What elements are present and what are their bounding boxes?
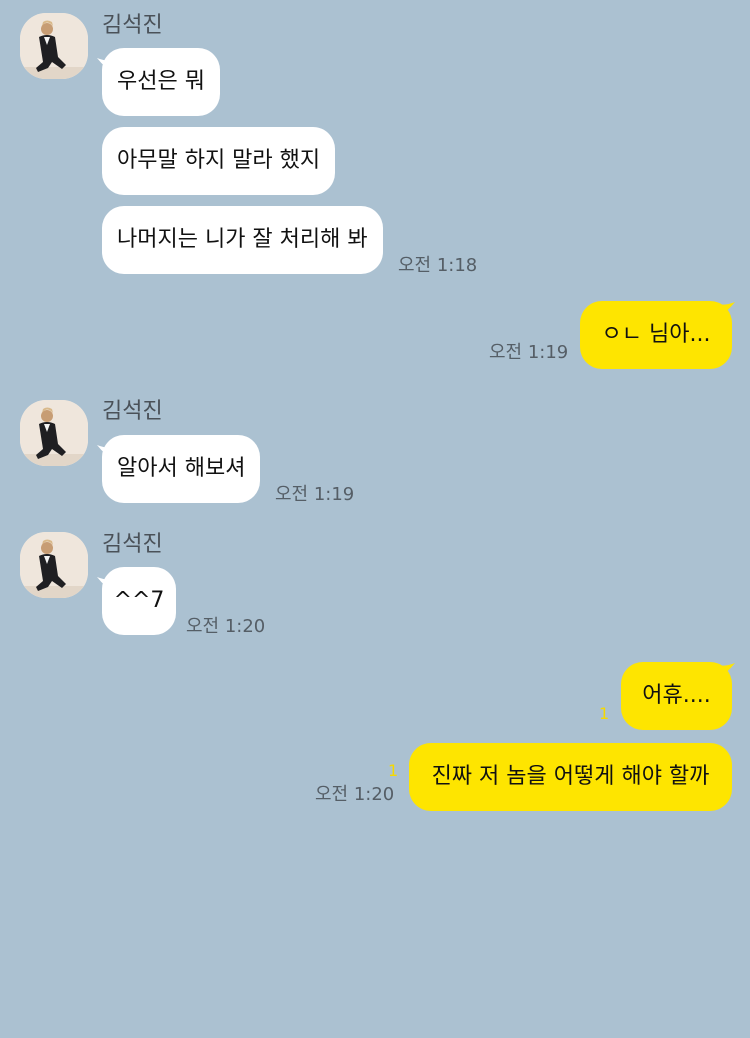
message-bubble[interactable]: 알아서 해보셔 bbox=[102, 435, 261, 503]
message-bubble[interactable]: 진짜 저 놈을 어떻게 해야 할까 bbox=[409, 743, 732, 811]
message-bubble[interactable]: 우선은 뭐 bbox=[102, 48, 220, 116]
message-time: 오전 1:19 bbox=[275, 484, 355, 505]
message-bubble[interactable]: 나머지는 니가 잘 처리해 봐 bbox=[102, 206, 383, 274]
message-time: 오전 1:20 bbox=[186, 616, 266, 637]
sender-name: 김석진 bbox=[102, 532, 163, 557]
message-bubble[interactable]: ㅇㄴ 님아... bbox=[580, 301, 732, 369]
avatar[interactable] bbox=[20, 400, 88, 466]
unread-count: 1 bbox=[388, 761, 399, 780]
unread-count: 1 bbox=[599, 704, 610, 723]
message-bubble[interactable]: 어휴.... bbox=[621, 662, 732, 730]
sender-name: 김석진 bbox=[102, 399, 163, 424]
message-time: 오전 1:20 bbox=[315, 784, 395, 805]
message-time: 오전 1:19 bbox=[489, 342, 569, 363]
sender-name: 김석진 bbox=[102, 13, 163, 38]
profile-photo-icon bbox=[20, 13, 88, 79]
profile-photo-icon bbox=[20, 532, 88, 598]
avatar[interactable] bbox=[20, 13, 88, 79]
message-time: 오전 1:18 bbox=[398, 255, 478, 276]
message-bubble[interactable]: 아무말 하지 말라 했지 bbox=[102, 127, 336, 195]
message-bubble[interactable]: ^^7 bbox=[102, 567, 176, 635]
avatar[interactable] bbox=[20, 532, 88, 598]
profile-photo-icon bbox=[20, 400, 88, 466]
